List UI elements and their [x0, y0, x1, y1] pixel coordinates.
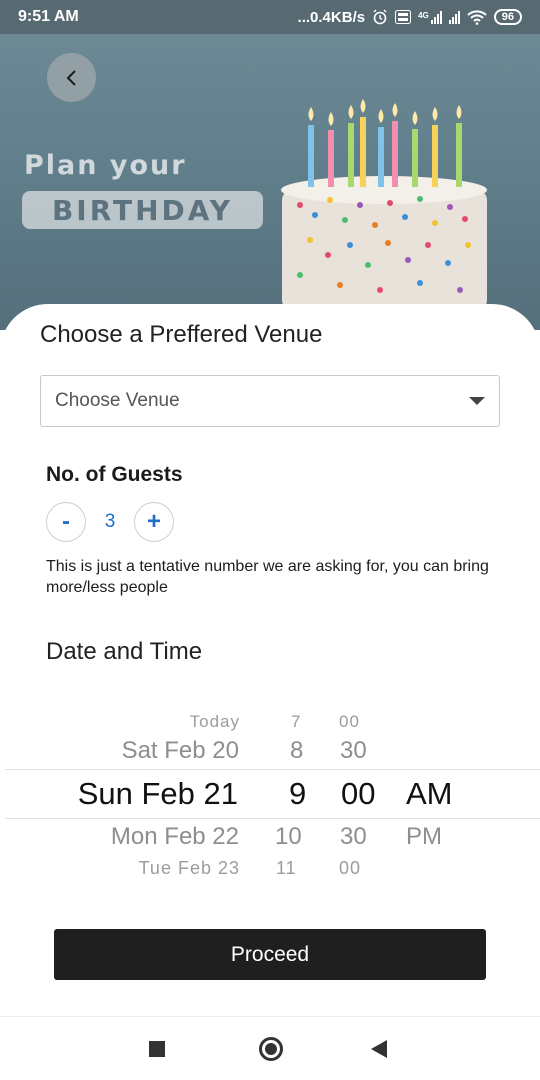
volte-icon: [395, 10, 412, 24]
guests-stepper: - 3 +: [46, 502, 174, 542]
picker-date-item[interactable]: Today: [190, 712, 240, 732]
picker-hour-item[interactable]: 8: [290, 737, 303, 765]
signal-icon: [448, 10, 460, 24]
venue-dropdown[interactable]: Choose Venue: [40, 375, 500, 427]
guests-count: 3: [104, 511, 116, 532]
picker-date-item-selected[interactable]: Sun Feb 21: [78, 776, 238, 812]
picker-hour-item[interactable]: 7: [291, 712, 301, 732]
decrement-button[interactable]: -: [46, 502, 86, 542]
datetime-picker[interactable]: Today Sat Feb 20 Sun Feb 21 Mon Feb 22 T…: [0, 694, 540, 884]
venue-section-title: Choose a Preffered Venue: [40, 321, 323, 348]
picker-ampm-item-selected[interactable]: AM: [406, 776, 453, 812]
picker-date-item[interactable]: Tue Feb 23: [139, 858, 240, 879]
picker-ampm-item[interactable]: PM: [406, 823, 442, 851]
network-type: 4G: [418, 10, 429, 20]
back-button[interactable]: [47, 53, 96, 102]
guests-note: This is just a tentative number we are a…: [46, 558, 489, 596]
picker-minute-item[interactable]: 30: [340, 737, 367, 765]
status-time: 9:51 AM: [18, 8, 79, 25]
guests-section-title: No. of Guests: [46, 463, 183, 486]
hero-banner: 9:51 AM ...0.4KB/s 4G 96 Plan your BIRTH…: [0, 0, 540, 330]
signal-icon: 4G: [418, 10, 442, 24]
birthday-label: BIRTHDAY: [22, 191, 263, 229]
battery-icon: 96: [493, 9, 522, 25]
picker-minute-item[interactable]: 00: [339, 712, 360, 732]
venue-placeholder: Choose Venue: [55, 390, 180, 411]
home-circle-icon[interactable]: [259, 1037, 283, 1061]
caret-down-icon: [469, 397, 485, 405]
picker-minute-item-selected[interactable]: 00: [341, 776, 375, 812]
picker-date-item[interactable]: Mon Feb 22: [111, 823, 239, 851]
wifi-icon: [467, 10, 487, 25]
system-nav-bar: [0, 1016, 540, 1080]
datetime-section-title: Date and Time: [46, 638, 203, 665]
booking-card: Choose a Preffered Venue Choose Venue No…: [0, 304, 540, 1080]
recents-square-icon[interactable]: [149, 1041, 165, 1057]
picker-hour-item[interactable]: 10: [275, 823, 302, 851]
picker-minute-item[interactable]: 30: [340, 823, 367, 851]
alarm-icon: [373, 9, 387, 25]
picker-minute-item[interactable]: 00: [339, 858, 361, 879]
back-triangle-icon[interactable]: [371, 1040, 387, 1058]
birthday-cake-image: [281, 99, 487, 310]
plan-your-text: Plan your: [24, 150, 187, 181]
picker-date-item[interactable]: Sat Feb 20: [122, 737, 239, 765]
picker-hour-item-selected[interactable]: 9: [289, 776, 306, 812]
status-icons: ...0.4KB/s 4G 96: [298, 9, 522, 26]
status-bar: 9:51 AM ...0.4KB/s 4G 96: [0, 0, 540, 34]
picker-hour-item[interactable]: 11: [276, 858, 297, 879]
net-speed: ...0.4KB/s: [297, 8, 366, 26]
app-screen: 9:51 AM ...0.4KB/s 4G 96 Plan your BIRTH…: [0, 0, 540, 1080]
proceed-button[interactable]: Proceed: [54, 929, 486, 980]
increment-button[interactable]: +: [134, 502, 174, 542]
chevron-left-icon: [66, 69, 76, 86]
